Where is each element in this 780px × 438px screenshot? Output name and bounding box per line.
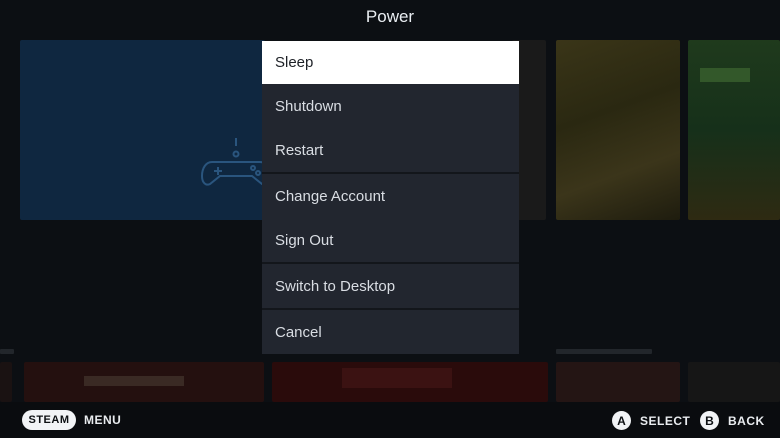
controller-hint-bar: STEAM MENU A SELECT B BACK	[0, 402, 780, 438]
menu-item-label: Sleep	[275, 54, 314, 71]
hero-tile	[20, 40, 272, 220]
menu-item-label: Restart	[275, 142, 324, 159]
game-tile	[688, 40, 780, 220]
tile-art	[700, 68, 750, 82]
game-tile	[24, 362, 264, 402]
menu-item-label: Change Account	[275, 188, 386, 205]
section-marker	[556, 349, 652, 354]
menu-item-change-account[interactable]: Change Account	[262, 175, 519, 218]
game-tile	[272, 362, 548, 402]
menu-divider	[262, 262, 519, 264]
power-menu: Sleep Shutdown Restart Change Account Si…	[262, 41, 519, 354]
game-tile	[556, 40, 680, 220]
menu-divider	[262, 308, 519, 310]
b-button-icon[interactable]: B	[700, 411, 719, 430]
select-hint: SELECT	[640, 414, 691, 428]
dialog-title: Power	[365, 7, 415, 26]
menu-item-label: Shutdown	[275, 98, 342, 115]
game-tile	[0, 362, 12, 402]
menu-item-restart[interactable]: Restart	[262, 129, 519, 172]
steam-button-icon[interactable]: STEAM	[22, 410, 76, 430]
menu-item-shutdown[interactable]: Shutdown	[262, 85, 519, 128]
steam-menu-hint: MENU	[84, 413, 122, 427]
menu-item-label: Sign Out	[275, 232, 334, 249]
tile-art	[342, 368, 452, 388]
tile-art	[84, 376, 184, 386]
menu-item-cancel[interactable]: Cancel	[262, 311, 519, 354]
menu-item-switch-to-desktop[interactable]: Switch to Desktop	[262, 265, 519, 308]
a-button-icon[interactable]: A	[612, 411, 631, 430]
menu-item-label: Cancel	[275, 324, 322, 341]
menu-item-sign-out[interactable]: Sign Out	[262, 219, 519, 262]
section-marker	[0, 349, 14, 354]
menu-divider	[262, 172, 519, 174]
game-tile	[688, 362, 780, 402]
menu-item-label: Switch to Desktop	[275, 278, 396, 295]
steam-deck-screen: Power Sleep Shutdown Restart Change Acco…	[0, 0, 780, 438]
menu-item-sleep[interactable]: Sleep	[262, 41, 519, 84]
back-hint: BACK	[728, 414, 765, 428]
game-tile	[556, 362, 680, 402]
